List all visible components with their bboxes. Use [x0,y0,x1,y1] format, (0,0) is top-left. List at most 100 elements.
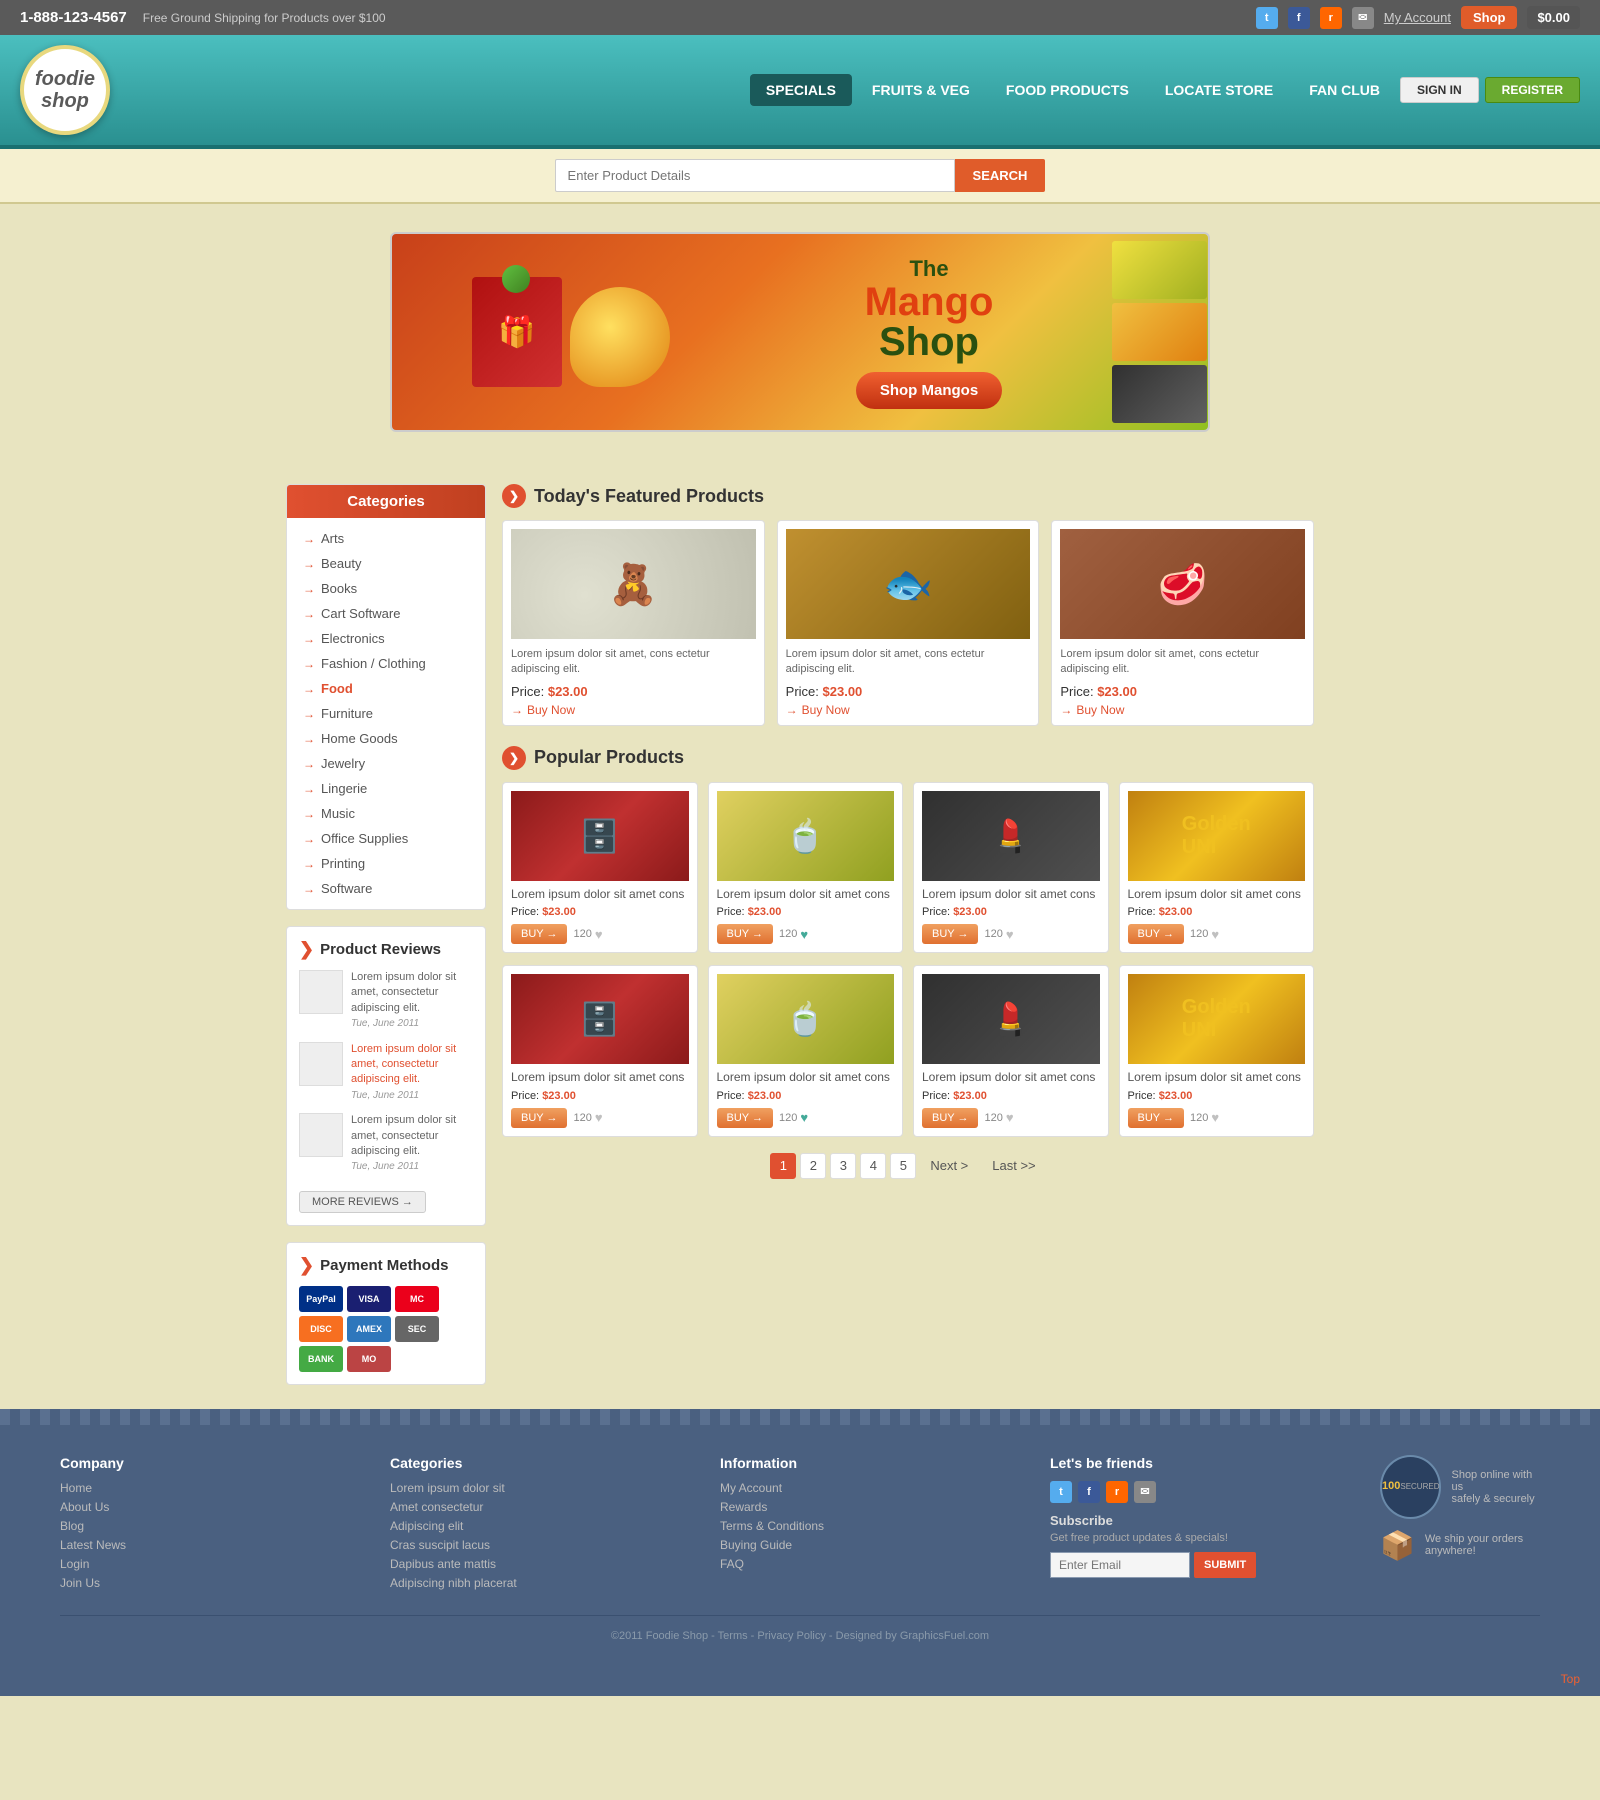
featured-product-2: 🐟 Lorem ipsum dolor sit amet, cons ectet… [777,520,1040,726]
footer-join[interactable]: Join Us [60,1576,350,1590]
heart-icon-2[interactable]: ♥ [800,927,808,942]
footer-cat-3[interactable]: Adipiscing elit [390,1519,680,1533]
twitter-icon[interactable]: t [1256,7,1278,29]
footer-news[interactable]: Latest News [60,1538,350,1552]
footer-faq[interactable]: FAQ [720,1557,1010,1571]
page-2[interactable]: 2 [800,1153,826,1179]
featured-buy-1[interactable]: → Buy Now [511,703,756,717]
footer-buying[interactable]: Buying Guide [720,1538,1010,1552]
buy-button-2[interactable]: BUY → [717,924,773,944]
footer-login[interactable]: Login [60,1557,350,1571]
shop-mangos-button[interactable]: Shop Mangos [856,372,1002,409]
category-item[interactable]: →Arts [287,526,485,551]
register-button[interactable]: REGISTER [1485,77,1580,103]
cat-arrow-icon: → [303,857,315,871]
featured-buy-3[interactable]: → Buy Now [1060,703,1305,717]
logo-badge[interactable]: foodie shop [20,45,110,135]
footer-terms[interactable]: Terms & Conditions [720,1519,1010,1533]
sidebar: Categories →Arts→Beauty→Books→Cart Softw… [286,484,486,1385]
top-link[interactable]: Top [1561,1672,1580,1686]
footer-home[interactable]: Home [60,1481,350,1495]
nav-food-products[interactable]: FOOD PRODUCTS [990,74,1145,106]
buy-button-6[interactable]: BUY → [717,1108,773,1128]
buy-button-1[interactable]: BUY → [511,924,567,944]
footer-cat-2[interactable]: Amet consectetur [390,1500,680,1514]
thumb-bottles[interactable] [1112,365,1207,423]
heart-icon-6[interactable]: ♥ [800,1110,808,1125]
category-item[interactable]: →Music [287,801,485,826]
thumb-mango[interactable] [1112,303,1207,361]
email-icon[interactable]: ✉ [1352,7,1374,29]
more-reviews-button[interactable]: MORE REVIEWS → [299,1191,426,1213]
buy-button-8[interactable]: BUY → [1128,1108,1184,1128]
amex-icon: AMEX [347,1316,391,1342]
category-item[interactable]: →Cart Software [287,601,485,626]
footer-facebook[interactable]: f [1078,1481,1100,1503]
category-item[interactable]: →Lingerie [287,776,485,801]
featured-buy-2[interactable]: → Buy Now [786,703,1031,717]
footer-cat-4[interactable]: Cras suscipit lacus [390,1538,680,1552]
category-item[interactable]: →Jewelry [287,751,485,776]
buy-button-4[interactable]: BUY → [1128,924,1184,944]
category-item[interactable]: →Office Supplies [287,826,485,851]
footer-rewards[interactable]: Rewards [720,1500,1010,1514]
subscribe-email-input[interactable] [1050,1552,1190,1578]
buy-button-5[interactable]: BUY → [511,1108,567,1128]
footer-rss[interactable]: r [1106,1481,1128,1503]
nav-area: SPECIALS FRUITS & VEG FOOD PRODUCTS LOCA… [140,74,1580,106]
category-item[interactable]: →Furniture [287,701,485,726]
page-1[interactable]: 1 [770,1153,796,1179]
nav-specials[interactable]: SPECIALS [750,74,852,106]
popular-product-1: 🗄️ Lorem ipsum dolor sit amet cons Price… [502,782,698,954]
featured-price-1: Price: $23.00 [511,684,756,699]
thumb-lemon[interactable] [1112,241,1207,299]
footer-about[interactable]: About Us [60,1500,350,1514]
banner-center: The Mango Shop Shop Mangos [750,256,1108,409]
footer-twitter[interactable]: t [1050,1481,1072,1503]
footer-cat-6[interactable]: Adipiscing nibh placerat [390,1576,680,1590]
footer-cat-5[interactable]: Dapibus ante mattis [390,1557,680,1571]
category-item[interactable]: →Electronics [287,626,485,651]
buy-button-3[interactable]: BUY → [922,924,978,944]
page-5[interactable]: 5 [890,1153,916,1179]
popular-title-2: Lorem ipsum dolor sit amet cons [717,887,895,903]
category-item[interactable]: →Books [287,576,485,601]
search-button[interactable]: SEARCH [955,159,1046,192]
heart-icon-5[interactable]: ♥ [595,1110,603,1125]
signin-button[interactable]: SIGN IN [1400,77,1479,103]
page-3[interactable]: 3 [830,1153,856,1179]
my-account-link[interactable]: My Account [1384,10,1451,25]
footer-my-account[interactable]: My Account [720,1481,1010,1495]
nav-fan-club[interactable]: FAN CLUB [1293,74,1396,106]
rss-icon[interactable]: r [1320,7,1342,29]
cart-price[interactable]: $0.00 [1527,6,1580,29]
nav-locate-store[interactable]: LOCATE STORE [1149,74,1289,106]
buy-button-7[interactable]: BUY → [922,1108,978,1128]
footer-email[interactable]: ✉ [1134,1481,1156,1503]
payment-box: ❯ Payment Methods PayPal VISA MC DISC AM… [286,1242,486,1385]
heart-icon-1[interactable]: ♥ [595,927,603,942]
category-item[interactable]: →Beauty [287,551,485,576]
facebook-icon[interactable]: f [1288,7,1310,29]
top-bar: 1-888-123-4567 Free Ground Shipping for … [0,0,1600,35]
subscribe-button[interactable]: SUBMIT [1194,1552,1256,1578]
review-item: Lorem ipsum dolor sit amet, consectetur … [299,1042,473,1104]
category-item[interactable]: →Software [287,876,485,901]
heart-icon-8[interactable]: ♥ [1211,1110,1219,1125]
shop-button[interactable]: Shop [1461,6,1518,29]
footer-blog[interactable]: Blog [60,1519,350,1533]
nav-fruits[interactable]: FRUITS & VEG [856,74,986,106]
heart-icon-7[interactable]: ♥ [1006,1110,1014,1125]
page-4[interactable]: 4 [860,1153,886,1179]
heart-icon-3[interactable]: ♥ [1006,927,1014,942]
category-item[interactable]: →Fashion / Clothing [287,651,485,676]
popular-products-row2: 🗄️ Lorem ipsum dolor sit amet cons Price… [502,965,1314,1137]
page-next[interactable]: Next > [920,1154,978,1177]
search-input[interactable] [555,159,955,192]
heart-icon-4[interactable]: ♥ [1211,927,1219,942]
category-item[interactable]: →Printing [287,851,485,876]
page-last[interactable]: Last >> [982,1154,1045,1177]
footer-cat-1[interactable]: Lorem ipsum dolor sit [390,1481,680,1495]
category-item[interactable]: →Home Goods [287,726,485,751]
category-item[interactable]: →Food [287,676,485,701]
